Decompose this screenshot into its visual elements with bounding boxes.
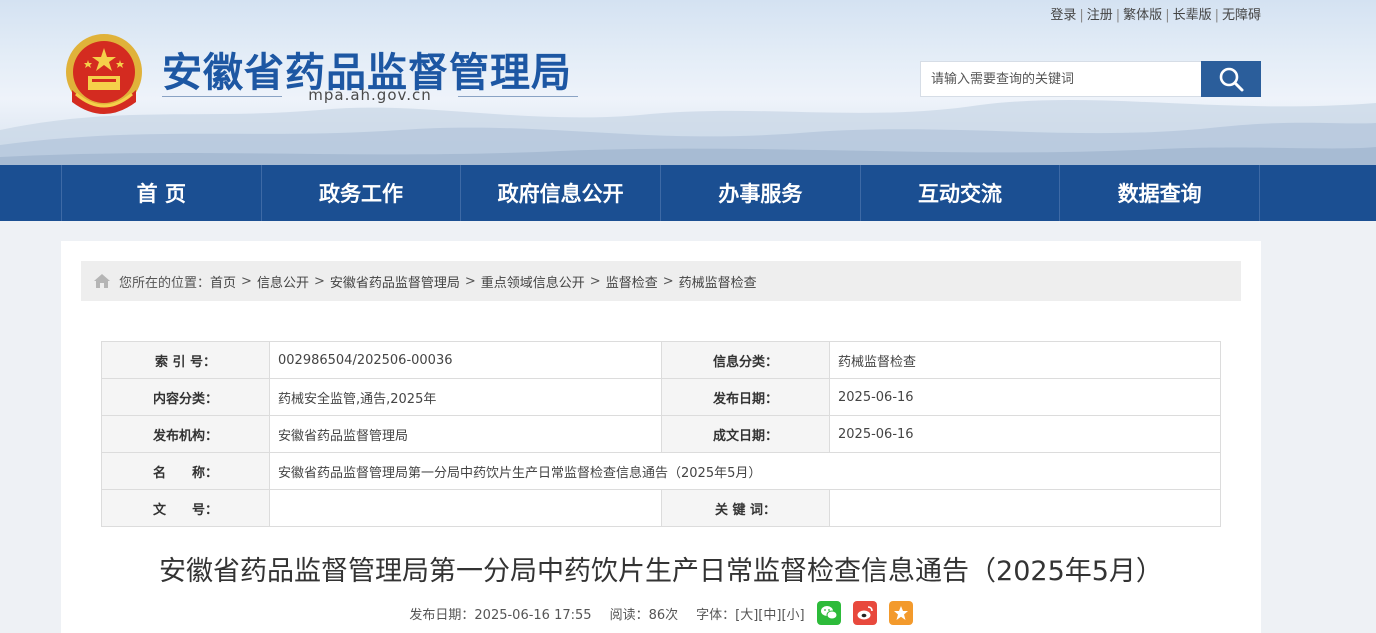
breadcrumb-prefix: 您所在的位置：	[119, 275, 211, 291]
publisher-label: 发布机构：	[101, 415, 270, 453]
nav-home[interactable]: 首 页	[62, 165, 262, 221]
font-large-button[interactable]: [大]	[735, 604, 758, 623]
font-size-label: 字体：	[696, 607, 736, 623]
name-value: 安徽省药品监督管理局第一分局中药饮片生产日常监督检查信息通告（2025年5月）	[269, 452, 1221, 490]
keywords-label: 关 键 词：	[661, 489, 830, 527]
favorite-button[interactable]	[888, 601, 913, 625]
publisher-value: 安徽省药品监督管理局	[269, 415, 662, 453]
table-row: 文 号： 关 键 词：	[101, 489, 1221, 527]
article-date: 发布日期：2025-06-16 17:55	[409, 607, 592, 623]
search-button[interactable]	[1201, 61, 1261, 97]
document-number-label: 文 号：	[101, 489, 270, 527]
traditional-chinese-link[interactable]: 繁体版	[1123, 8, 1162, 23]
content-category-value: 药械安全监管,通告,2025年	[269, 378, 662, 416]
breadcrumb-separator: >	[241, 273, 252, 289]
keywords-value	[829, 489, 1221, 527]
weibo-share-button[interactable]	[852, 601, 877, 625]
publish-date-label: 发布日期：	[661, 378, 830, 416]
publish-date-value: 2025-06-16	[829, 378, 1221, 416]
breadcrumb-home[interactable]: 首页	[210, 272, 236, 291]
category-label: 信息分类：	[661, 341, 830, 379]
document-meta-table: 索 引 号： 002986504/202506-00036 信息分类： 药械监督…	[101, 341, 1221, 527]
elder-version-link[interactable]: 长辈版	[1173, 8, 1212, 23]
breadcrumb-device-inspection[interactable]: 药械监督检查	[679, 272, 757, 291]
link-separator: |	[1165, 8, 1170, 23]
breadcrumb-separator: >	[464, 273, 476, 289]
nav-data-query[interactable]: 数据查询	[1060, 165, 1261, 221]
nav-information-disclosure[interactable]: 政府信息公开	[461, 165, 662, 221]
table-row: 名 称： 安徽省药品监督管理局第一分局中药饮片生产日常监督检查信息通告（2025…	[101, 452, 1221, 490]
national-emblem-icon[interactable]	[62, 30, 146, 118]
site-header: 登录 | 注册 | 繁体版 | 长辈版 | 无障碍 安徽省药品监督管理局 mpa.ah.gov.…	[0, 0, 1376, 165]
breadcrumb-inspection[interactable]: 监督检查	[606, 272, 658, 291]
article-views: 阅读：86次	[609, 607, 679, 623]
table-row: 发布机构： 安徽省药品监督管理局 成文日期： 2025-06-16	[101, 415, 1221, 453]
register-link[interactable]: 注册	[1087, 8, 1113, 23]
index-label: 索 引 号：	[101, 341, 270, 379]
home-icon	[94, 274, 110, 288]
main-nav: 首 页 政务工作 政府信息公开 办事服务 互动交流 数据查询	[0, 165, 1376, 221]
accessibility-link[interactable]: 无障碍	[1222, 8, 1261, 23]
breadcrumb-key-areas[interactable]: 重点领域信息公开	[481, 272, 585, 291]
font-small-button[interactable]: [小]	[781, 604, 804, 623]
category-value: 药械监督检查	[829, 341, 1221, 379]
written-date-label: 成文日期：	[661, 415, 830, 453]
weibo-icon	[857, 606, 873, 620]
login-link[interactable]: 登录	[1050, 8, 1076, 23]
wechat-share-button[interactable]	[816, 601, 841, 625]
content-panel: 您所在的位置： 首页 > 信息公开 > 安徽省药品监督管理局 > 重点领域信息公…	[61, 241, 1261, 633]
nav-government-affairs[interactable]: 政务工作	[262, 165, 462, 221]
article-meta: 发布日期：2025-06-16 17:55 阅读：86次 字体： [大] [中]…	[61, 599, 1261, 627]
site-domain: mpa.ah.gov.cn	[162, 86, 578, 104]
breadcrumb-separator: >	[662, 273, 674, 289]
search-input[interactable]	[920, 61, 1201, 97]
breadcrumb: 您所在的位置： 首页 > 信息公开 > 安徽省药品监督管理局 > 重点领域信息公…	[81, 261, 1241, 301]
index-value: 002986504/202506-00036	[269, 341, 662, 379]
font-medium-button[interactable]: [中]	[758, 604, 781, 623]
table-row: 内容分类： 药械安全监管,通告,2025年 发布日期： 2025-06-16	[101, 378, 1221, 416]
wechat-icon	[820, 606, 838, 620]
search-icon	[1219, 67, 1244, 92]
top-links: 登录 | 注册 | 繁体版 | 长辈版 | 无障碍	[1050, 4, 1261, 23]
nav-interaction[interactable]: 互动交流	[861, 165, 1061, 221]
document-number-value	[269, 489, 662, 527]
article-title: 安徽省药品监督管理局第一分局中药饮片生产日常监督检查信息通告（2025年5月）	[159, 556, 1163, 587]
link-separator: |	[1214, 8, 1219, 23]
search-bar	[920, 61, 1261, 97]
written-date-value: 2025-06-16	[829, 415, 1221, 453]
link-separator: |	[1079, 8, 1084, 23]
name-label: 名 称：	[101, 452, 270, 490]
content-category-label: 内容分类：	[101, 378, 270, 416]
breadcrumb-separator: >	[589, 273, 601, 289]
nav-services[interactable]: 办事服务	[661, 165, 861, 221]
table-row: 索 引 号： 002986504/202506-00036 信息分类： 药械监督…	[101, 341, 1221, 379]
star-icon	[893, 606, 908, 620]
breadcrumb-info-public[interactable]: 信息公开	[257, 272, 309, 291]
breadcrumb-separator: >	[313, 273, 325, 289]
breadcrumb-bureau[interactable]: 安徽省药品监督管理局	[330, 272, 460, 291]
link-separator: |	[1115, 8, 1121, 23]
